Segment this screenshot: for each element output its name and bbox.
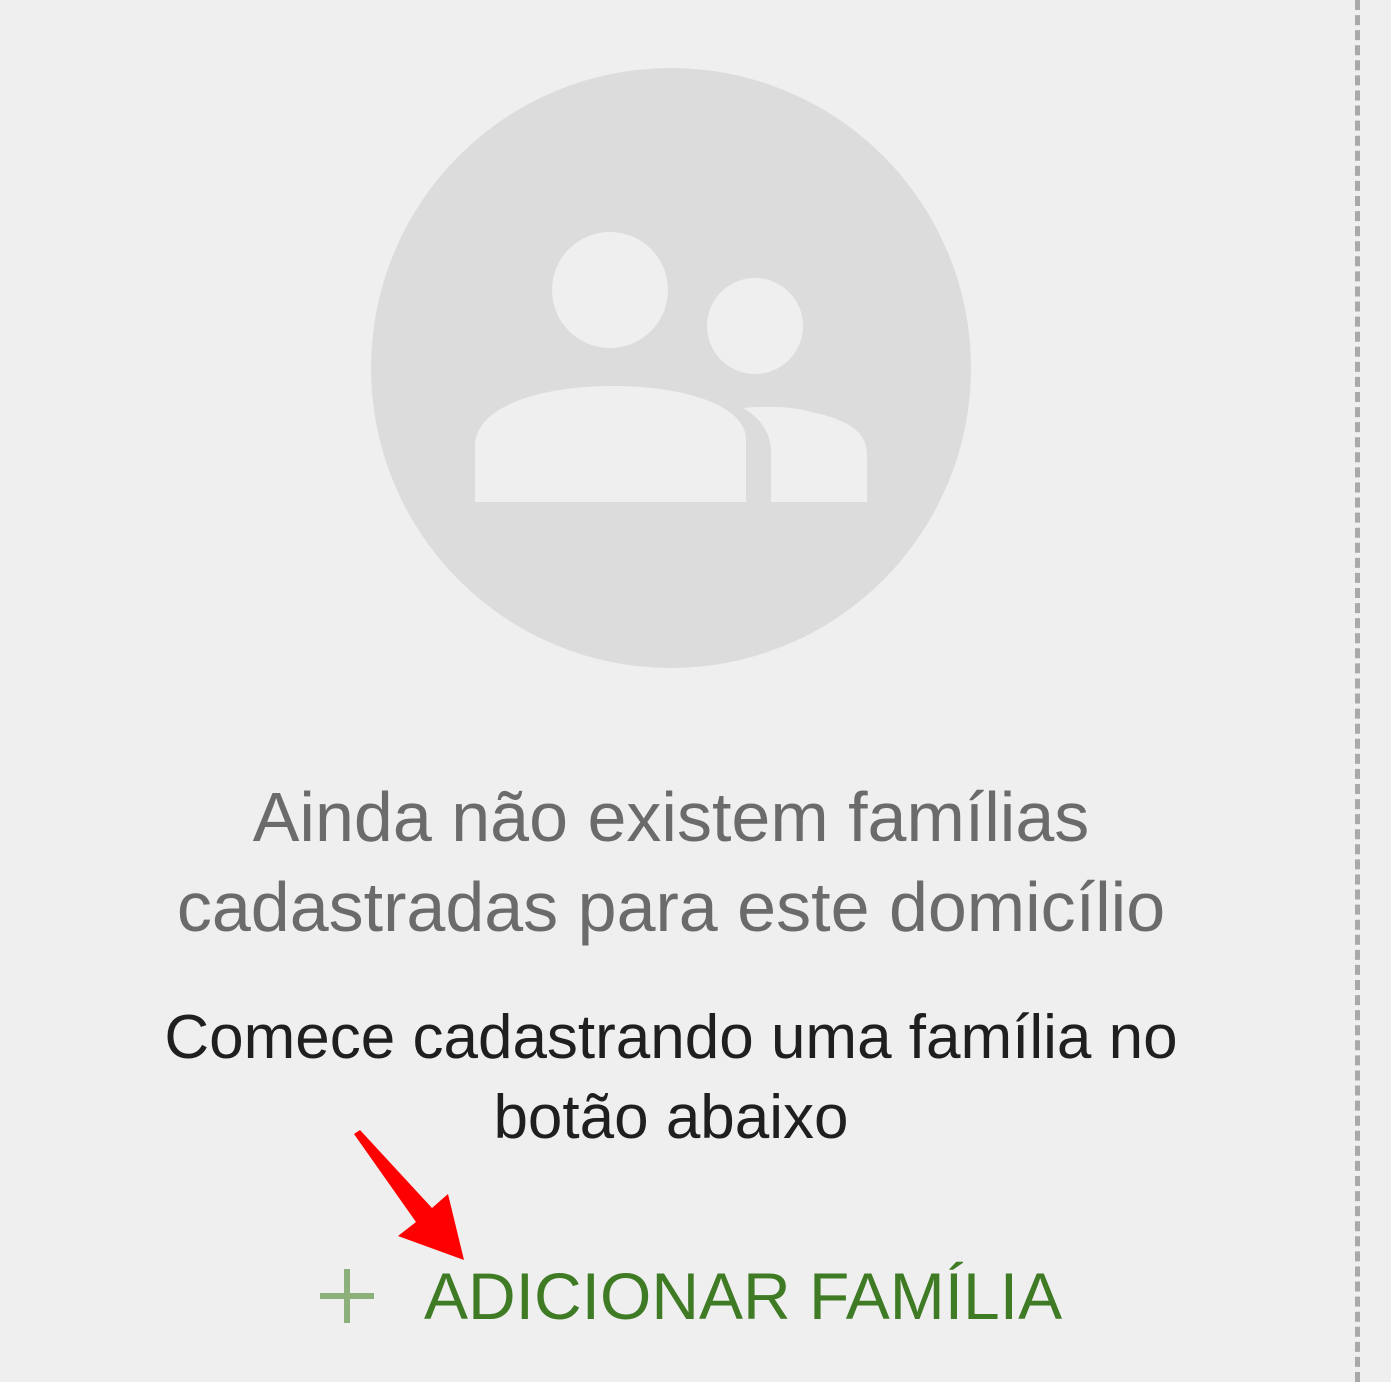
empty-state-instructions: Comece cadastrando uma família no botão … xyxy=(90,998,1252,1158)
empty-state-instructions-line-1: Comece cadastrando uma família no xyxy=(164,1003,1178,1072)
empty-state-illustration xyxy=(371,68,971,668)
empty-state-title-line-2: cadastradas para este domicílio xyxy=(176,868,1166,946)
dashed-divider xyxy=(1355,0,1360,1382)
empty-state-instructions-line-2: botão abaixo xyxy=(493,1083,849,1152)
empty-state-title-line-1: Ainda não existem famílias xyxy=(252,778,1090,856)
group-icon xyxy=(475,232,867,502)
empty-state-panel: Ainda não existem famílias cadastradas p… xyxy=(0,0,1342,1382)
plus-icon xyxy=(320,1269,374,1323)
red-arrow-icon xyxy=(354,1130,464,1260)
empty-state-title: Ainda não existem famílias cadastradas p… xyxy=(0,772,1342,952)
add-family-label: ADICIONAR FAMÍLIA xyxy=(424,1259,1063,1333)
